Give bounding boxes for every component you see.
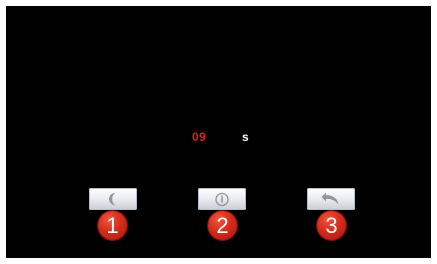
undo-icon (321, 192, 341, 206)
back-button[interactable] (307, 188, 355, 210)
badge-number-3: 3 (317, 211, 346, 240)
badge-number-2: 2 (208, 211, 237, 240)
countdown-unit: s (242, 130, 249, 144)
sleep-button[interactable] (89, 188, 137, 210)
screen: 09 s 1 2 3 (6, 6, 431, 258)
device-frame: 09 s 1 2 3 (0, 0, 437, 264)
power-icon (214, 191, 230, 207)
countdown-timer: 09 s (6, 130, 431, 144)
countdown-value: 09 (192, 130, 207, 144)
badge-number-1: 1 (98, 211, 127, 240)
power-button[interactable] (198, 188, 246, 210)
moon-icon (105, 191, 121, 207)
